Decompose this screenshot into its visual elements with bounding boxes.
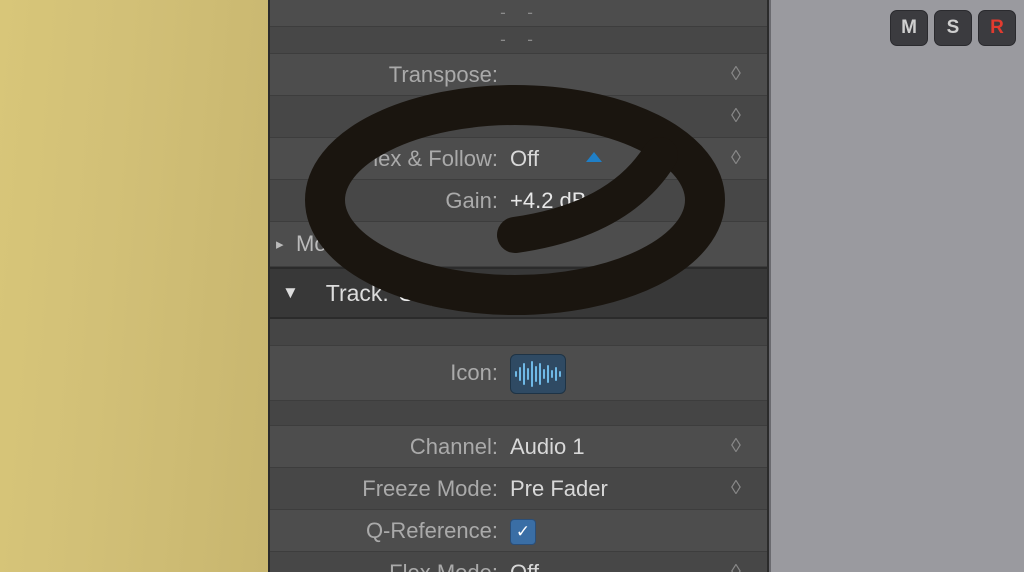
transpose-label: Transpose:	[270, 62, 504, 88]
more-row[interactable]: ▸ More	[270, 222, 767, 267]
gain-label: Gain:	[270, 188, 504, 214]
stepper-icon[interactable]: ◊	[731, 147, 767, 170]
q-reference-row[interactable]: Q-Reference: ✓	[270, 510, 767, 552]
waveform-icon[interactable]	[510, 354, 566, 394]
dash-placeholder: - -	[500, 30, 537, 50]
channel-value[interactable]: Audio 1	[504, 434, 731, 460]
flex-mode-label: Flex Mode:	[270, 560, 504, 572]
channel-label: Channel:	[270, 434, 504, 460]
disclosure-triangle-icon[interactable]: ▼	[270, 283, 309, 303]
channel-row[interactable]: Channel: Audio 1 ◊	[270, 426, 767, 468]
more-label: More	[296, 231, 346, 257]
stepper-icon[interactable]: ◊	[731, 63, 767, 86]
dash-placeholder: - -	[500, 3, 537, 23]
icon-label: Icon:	[270, 360, 504, 386]
flex-mode-row[interactable]: Flex Mode: Off ◊	[270, 552, 767, 572]
flex-mode-value[interactable]: Off	[504, 560, 731, 572]
spacer	[270, 319, 767, 346]
track-header[interactable]: ▼ Track: SageAudio_PopMix	[270, 267, 767, 319]
disclosure-icon[interactable]: ▸	[270, 235, 296, 253]
solo-button[interactable]: S	[934, 10, 972, 46]
q-reference-label: Q-Reference:	[270, 518, 504, 544]
empty-row: - -	[270, 27, 767, 54]
freeze-mode-label: Freeze Mode:	[270, 476, 504, 502]
stepper-icon[interactable]: ◊	[731, 435, 767, 458]
track-header-buttons: M S R	[890, 10, 1016, 46]
transpose-row[interactable]: Transpose: ◊	[270, 54, 767, 96]
q-reference-value[interactable]: ✓	[504, 517, 731, 545]
sidebar-strip	[0, 0, 268, 572]
marker-up-icon	[586, 152, 602, 162]
icon-row[interactable]: Icon:	[270, 346, 767, 401]
marker-down-icon	[586, 198, 602, 208]
arrange-area	[769, 0, 1024, 572]
spacer	[270, 401, 767, 426]
stepper-icon[interactable]: ◊	[731, 477, 767, 500]
finetune-label: Fine Tune:	[270, 104, 504, 130]
checkbox-checked-icon[interactable]: ✓	[510, 519, 536, 545]
track-header-label: Track:	[309, 280, 393, 307]
gain-value[interactable]: +4.2 dB	[504, 188, 731, 214]
flexfollow-label: Flex & Follow:	[270, 146, 504, 172]
freeze-mode-row[interactable]: Freeze Mode: Pre Fader ◊	[270, 468, 767, 510]
stepper-icon[interactable]: ◊	[731, 105, 767, 128]
stepper-icon[interactable]: ◊	[731, 561, 767, 572]
flexfollow-row[interactable]: Flex & Follow: Off ◊	[270, 138, 767, 180]
gain-row[interactable]: Gain: +4.2 dB	[270, 180, 767, 222]
icon-value[interactable]	[504, 352, 731, 394]
panel-divider[interactable]	[769, 0, 771, 572]
track-name[interactable]: SageAudio_PopMix	[393, 280, 601, 307]
freeze-mode-value[interactable]: Pre Fader	[504, 476, 731, 502]
finetune-row[interactable]: Fine Tune: ◊	[270, 96, 767, 138]
record-enable-button[interactable]: R	[978, 10, 1016, 46]
mute-button[interactable]: M	[890, 10, 928, 46]
inspector-panel: - - - - Transpose: ◊ Fine Tune: ◊ Flex &…	[268, 0, 769, 572]
flexfollow-value[interactable]: Off	[504, 146, 731, 172]
empty-row: - -	[270, 0, 767, 27]
